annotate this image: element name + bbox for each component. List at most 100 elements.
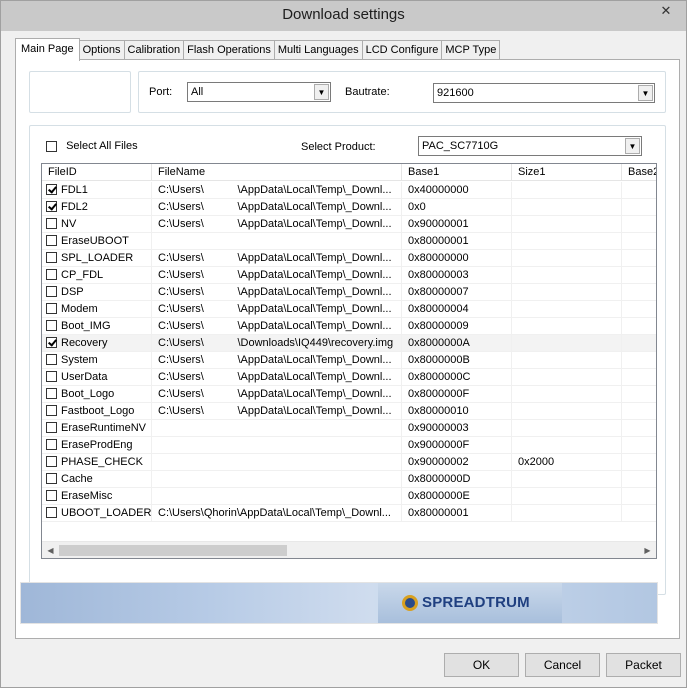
file-list[interactable]: FileID FileName Base1 Size1 Base2 FDL1 C:… [41,163,657,559]
scrollbar-thumb[interactable] [59,545,287,556]
file-checkbox[interactable] [46,387,57,399]
table-row[interactable]: UserData C:\Users\ \AppData\Local\Temp\_D… [42,369,656,386]
file-checkbox[interactable] [46,421,57,433]
empty-group-box [29,71,131,113]
baudrate-select[interactable]: 921600 ▼ [433,83,655,103]
file-checkbox[interactable] [46,472,57,484]
file-checkbox[interactable] [46,268,57,280]
file-checkbox[interactable] [46,234,57,246]
title-bar[interactable]: Download settings ✕ [1,1,686,31]
file-checkbox[interactable] [46,217,57,229]
column-header-size1[interactable]: Size1 [512,164,622,181]
file-checkbox[interactable] [46,455,57,467]
size1-cell [512,199,622,216]
file-id-cell: Cache [42,471,152,488]
tab-calibration[interactable]: Calibration [123,40,185,60]
close-button[interactable]: ✕ [652,2,680,20]
table-row[interactable]: Fastboot_Logo C:\Users\ \AppData\Local\Te… [42,403,656,420]
download-settings-window: Download settings ✕ Main Page Options Ca… [0,0,687,688]
scroll-left-icon[interactable]: ◀ [42,542,59,558]
table-row[interactable]: Boot_Logo C:\Users\ \AppData\Local\Temp\_… [42,386,656,403]
file-checkbox[interactable] [46,506,57,518]
tab-lcd-configure[interactable]: LCD Configure [361,40,443,60]
file-checkbox[interactable] [46,285,57,297]
tab-multi-languages[interactable]: Multi Languages [273,40,363,60]
base2-cell [622,318,656,335]
table-row[interactable]: System C:\Users\ \AppData\Local\Temp\_Dow… [42,352,656,369]
file-name-cell [152,471,402,488]
file-checkbox[interactable] [46,319,57,331]
file-checkbox[interactable] [46,353,57,365]
file-name-cell: C:\Users\ \AppData\Local\Temp\_Downl... [152,318,402,335]
tab-main-page[interactable]: Main Page [15,38,80,61]
base2-cell [622,199,656,216]
table-row[interactable]: NV C:\Users\ \AppData\Local\Temp\_Downl..… [42,216,656,233]
file-checkbox[interactable] [46,251,57,263]
tab-mcp-type[interactable]: MCP Type [441,40,501,60]
table-row[interactable]: Cache 0x8000000D [42,471,656,488]
select-all-files[interactable]: Select All Files [46,140,138,152]
table-row[interactable]: DSP C:\Users\ \AppData\Local\Temp\_Downl.… [42,284,656,301]
cancel-button[interactable]: Cancel [525,653,600,677]
file-checkbox[interactable] [46,489,57,501]
base2-cell [622,250,656,267]
base2-cell [622,301,656,318]
table-row[interactable]: Recovery C:\Users\ \Downloads\IQ449\recov… [42,335,656,352]
chevron-down-icon[interactable]: ▼ [638,85,653,101]
baudrate-label: Bautrate: [345,86,390,98]
base2-cell [622,369,656,386]
file-list-rows: FDL1 C:\Users\ \AppData\Local\Temp\_Downl… [42,182,656,522]
chevron-down-icon[interactable]: ▼ [625,138,640,154]
file-id-cell: FDL2 [42,199,152,216]
base1-cell: 0x8000000F [402,386,512,403]
port-select[interactable]: All ▼ [187,82,331,102]
table-row[interactable]: EraseProdEng 0x9000000F [42,437,656,454]
tab-options[interactable]: Options [78,40,125,60]
file-checkbox[interactable] [46,438,57,450]
base2-cell [622,488,656,505]
table-row[interactable]: UBOOT_LOADER C:\Users\Qhorin\AppData\Loca… [42,505,656,522]
file-checkbox[interactable] [46,183,57,195]
table-row[interactable]: Modem C:\Users\ \AppData\Local\Temp\_Down… [42,301,656,318]
file-checkbox[interactable] [46,370,57,382]
table-row[interactable]: EraseRuntimeNV 0x90000003 [42,420,656,437]
base1-cell: 0x90000001 [402,216,512,233]
packet-button[interactable]: Packet [606,653,681,677]
base2-cell [622,505,656,522]
file-checkbox[interactable] [46,302,57,314]
file-name-cell [152,488,402,505]
file-checkbox[interactable] [46,200,57,212]
table-row[interactable]: SPL_LOADER C:\Users\ \AppData\Local\Temp\… [42,250,656,267]
file-checkbox[interactable] [46,336,57,348]
size1-cell [512,216,622,233]
chevron-down-icon[interactable]: ▼ [314,84,329,100]
tab-flash-operations[interactable]: Flash Operations [183,40,275,60]
column-header-fileid[interactable]: FileID [42,164,152,181]
file-name-cell: C:\Users\ \AppData\Local\Temp\_Downl... [152,284,402,301]
product-select[interactable]: PAC_SC7710G ▼ [418,136,642,156]
column-header-filename[interactable]: FileName [152,164,402,181]
file-name-cell: C:\Users\ \AppData\Local\Temp\_Downl... [152,216,402,233]
ok-button[interactable]: OK [444,653,519,677]
table-row[interactable]: CP_FDL C:\Users\ \AppData\Local\Temp\_Dow… [42,267,656,284]
port-value: All [191,86,204,98]
file-id-cell: EraseProdEng [42,437,152,454]
select-all-checkbox[interactable] [46,140,57,152]
file-id-label: UserData [61,371,108,383]
base1-cell: 0x90000002 [402,454,512,471]
column-header-base2[interactable]: Base2 [622,164,656,181]
table-row[interactable]: EraseMisc 0x8000000E [42,488,656,505]
file-id-cell: Boot_IMG [42,318,152,335]
table-row[interactable]: PHASE_CHECK 0x90000002 0x2000 [42,454,656,471]
table-row[interactable]: Boot_IMG C:\Users\ \AppData\Local\Temp\_D… [42,318,656,335]
file-name-cell [152,233,402,250]
table-row[interactable]: FDL2 C:\Users\ \AppData\Local\Temp\_Downl… [42,199,656,216]
main-page-panel: Port: All ▼ Bautrate: 921600 ▼ Select Al… [15,59,680,639]
file-name-cell: C:\Users\ \AppData\Local\Temp\_Downl... [152,386,402,403]
table-row[interactable]: EraseUBOOT 0x80000001 [42,233,656,250]
table-row[interactable]: FDL1 C:\Users\ \AppData\Local\Temp\_Downl… [42,182,656,199]
scroll-right-icon[interactable]: ▶ [639,542,656,558]
horizontal-scrollbar[interactable]: ◀ ▶ [42,541,656,558]
column-header-base1[interactable]: Base1 [402,164,512,181]
file-checkbox[interactable] [46,404,57,416]
